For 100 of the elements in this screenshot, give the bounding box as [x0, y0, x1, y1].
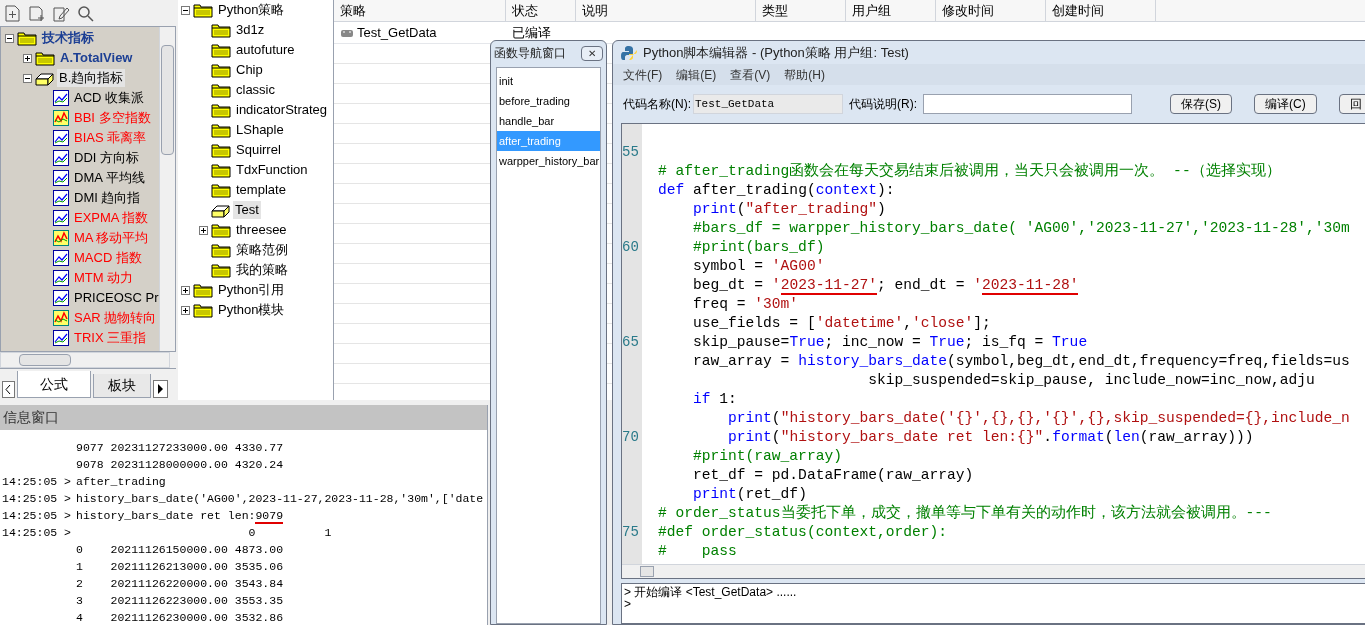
collapse-icon[interactable]: [181, 5, 190, 15]
line-number: 70: [622, 428, 639, 447]
tree-item[interactable]: 技术指标: [40, 29, 96, 47]
code-line: #def order_status(context,order):: [658, 523, 947, 542]
code-name-field[interactable]: Test_GetData: [693, 94, 843, 114]
tree-item[interactable]: Python引用: [216, 281, 287, 299]
tab[interactable]: 板块: [93, 374, 151, 398]
folder-icon: [211, 22, 231, 38]
tree-item[interactable]: Python模块: [216, 301, 287, 319]
timestamp: 14:25:05 >: [1, 474, 72, 490]
collapse-icon[interactable]: [5, 33, 14, 43]
chart-icon: [53, 290, 69, 306]
tree-item[interactable]: 3d1z: [234, 21, 267, 39]
tree-item[interactable]: classic: [234, 81, 277, 99]
folder-icon: [211, 102, 231, 118]
window-title: 函数导航窗口: [494, 45, 566, 62]
horizontal-scrollbar[interactable]: [0, 352, 170, 368]
tree-item[interactable]: indicatorStrateg: [234, 101, 330, 119]
chart-icon: [53, 190, 69, 206]
tree-item[interactable]: Squirrel: [234, 141, 283, 159]
close-button[interactable]: ✕: [581, 45, 603, 61]
timestamp: 14:25:05 >: [1, 491, 72, 507]
tree-item[interactable]: Chip: [234, 61, 265, 79]
column-header[interactable]: 修改时间: [936, 0, 1046, 21]
column-header[interactable]: 用户组: [846, 0, 936, 21]
tree-item[interactable]: autofuture: [234, 41, 297, 59]
log-text: history_bars_date('AG00',2023-11-27,2023-11-28,'30m',['date: [76, 491, 484, 507]
code-editor[interactable]: [621, 123, 1365, 579]
column-header[interactable]: 类型: [756, 0, 846, 21]
panel-title: 信息窗口: [3, 408, 59, 427]
collapse-icon[interactable]: [23, 73, 32, 83]
log-text: 9077 20231127233000.00 4330.77: [76, 440, 284, 456]
chart-icon: [53, 170, 69, 186]
tree-item[interactable]: threesee: [234, 221, 289, 239]
line-number: 60: [622, 238, 639, 257]
tree-item[interactable]: DMI 趋向指: [72, 189, 143, 207]
chart-icon: [53, 330, 69, 346]
column-header[interactable]: 状态: [506, 0, 576, 21]
folder-icon: [211, 162, 231, 178]
code-line: # after_trading函数会在每天交易结束后被调用，当天只会被调用一次。 --（选择实现）: [658, 162, 1281, 181]
log-text: 0 1: [247, 525, 332, 541]
tree-item[interactable]: Python策略: [216, 1, 287, 19]
tree-item[interactable]: template: [234, 181, 288, 199]
code-description-field[interactable]: [923, 94, 1132, 114]
expand-icon[interactable]: [181, 285, 190, 295]
toolbar-button[interactable]: 编译(C): [1254, 94, 1317, 114]
horizontal-scrollbar[interactable]: [622, 564, 1365, 578]
code-line: use_fields = ['datetime','close'];: [692, 314, 991, 333]
scroll-left-icon[interactable]: [2, 381, 15, 398]
tree-item[interactable]: 我的策略: [234, 261, 290, 279]
log-text: history_bars_date ret len:9079: [76, 508, 284, 524]
tree-item[interactable]: LShaple: [234, 121, 286, 139]
column-header[interactable]: 策略: [334, 0, 506, 21]
expand-icon[interactable]: [181, 305, 190, 315]
tree-item[interactable]: DDI 方向标: [72, 149, 141, 167]
window-title: Python脚本编辑器 - (Python策略 用户组: Test): [643, 43, 909, 62]
table-cell-text: Test_GetData: [357, 23, 437, 42]
tree-item[interactable]: A.TotalView: [58, 49, 135, 67]
tree-item[interactable]: ACD 收集派: [72, 89, 147, 107]
toolbar-button[interactable]: 回: [1338, 94, 1365, 114]
chart-icon: [53, 250, 69, 266]
table-cell-text: 已编译: [512, 23, 551, 42]
add-file-icon[interactable]: [28, 4, 45, 22]
toolbar-button[interactable]: 保存(S): [1170, 94, 1232, 114]
menu-item[interactable]: 查看(V): [730, 65, 771, 84]
chart-icon: [53, 110, 69, 126]
scroll-right-icon[interactable]: [153, 380, 168, 398]
tree-item[interactable]: 策略范例: [234, 241, 290, 259]
column-header[interactable]: 说明: [576, 0, 756, 21]
code-line: freq = '30m': [692, 295, 799, 314]
vertical-scrollbar[interactable]: [159, 27, 175, 351]
menu-item[interactable]: 编辑(E): [676, 65, 717, 84]
output-line: > 开始编译 <Test_GetData> ......: [624, 586, 798, 598]
code-line: print("after_trading"): [692, 200, 886, 219]
code-line: symbol = 'AG00': [692, 257, 825, 276]
code-line: skip_pause=True; inc_now = True; is_fq = True: [692, 333, 1088, 352]
tab[interactable]: 公式: [17, 371, 91, 398]
function-item[interactable]: handle_bar: [497, 111, 600, 131]
expand-icon[interactable]: [23, 53, 32, 63]
code-line: #print(raw_array): [692, 447, 842, 466]
new-file-icon[interactable]: [4, 4, 21, 22]
tree-item[interactable]: B.趋向指标: [57, 69, 126, 87]
tree-item[interactable]: Test: [233, 201, 261, 219]
function-item[interactable]: before_trading: [497, 91, 600, 111]
function-item[interactable]: warpper_history_bar: [497, 151, 600, 171]
column-header[interactable]: 创建时间: [1046, 0, 1156, 21]
menu-item[interactable]: 帮助(H): [784, 65, 825, 84]
edit-icon[interactable]: [52, 4, 70, 22]
folder-icon: [17, 30, 37, 46]
tree-item[interactable]: TdxFunction: [234, 161, 310, 179]
folder-icon: [211, 182, 231, 198]
field-label: 代码说明(R):: [849, 96, 917, 113]
function-item[interactable]: init: [497, 71, 600, 91]
search-icon[interactable]: [77, 4, 94, 22]
menu-item[interactable]: 文件(F): [623, 65, 663, 84]
chart-icon: [53, 230, 69, 246]
expand-icon[interactable]: [199, 225, 208, 235]
tree-item[interactable]: DMA 平均线: [72, 169, 147, 187]
timestamp: 14:25:05 >: [1, 525, 72, 541]
tree-item[interactable]: PRICEOSC Pr: [72, 289, 159, 307]
